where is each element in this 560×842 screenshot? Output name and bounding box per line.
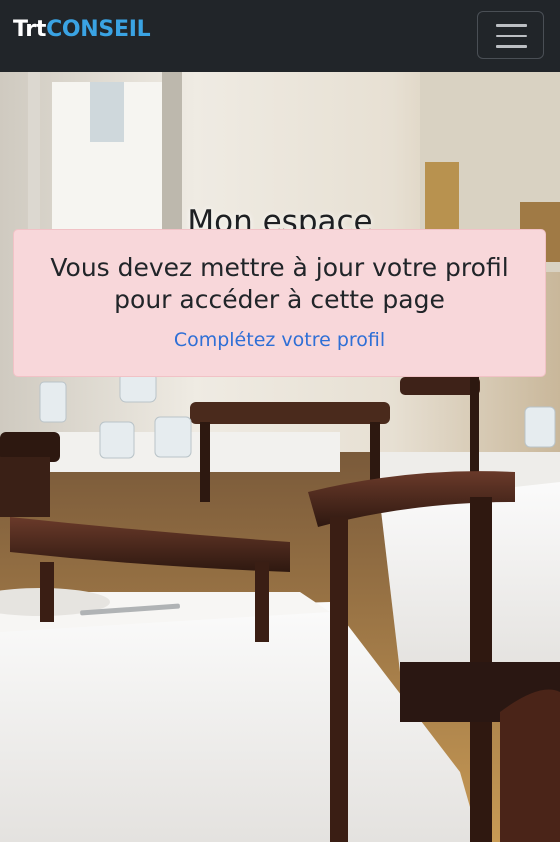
profile-update-alert: Vous devez mettre à jour votre profil po… [13, 229, 546, 377]
brand-logo[interactable]: TrtCONSEIL [13, 17, 151, 42]
brand-text-trt: Trt [13, 17, 47, 42]
restaurant-photo [0, 72, 560, 842]
top-navbar: TrtCONSEIL [0, 0, 560, 72]
navbar-toggle-button[interactable] [477, 11, 544, 59]
complete-profile-link[interactable]: Complétez votre profil [174, 329, 385, 351]
alert-message: Vous devez mettre à jour votre profil po… [50, 253, 509, 314]
restaurant-background-image: Mon espace [0, 72, 560, 842]
brand-text-conseil: CONSEIL [46, 17, 151, 42]
